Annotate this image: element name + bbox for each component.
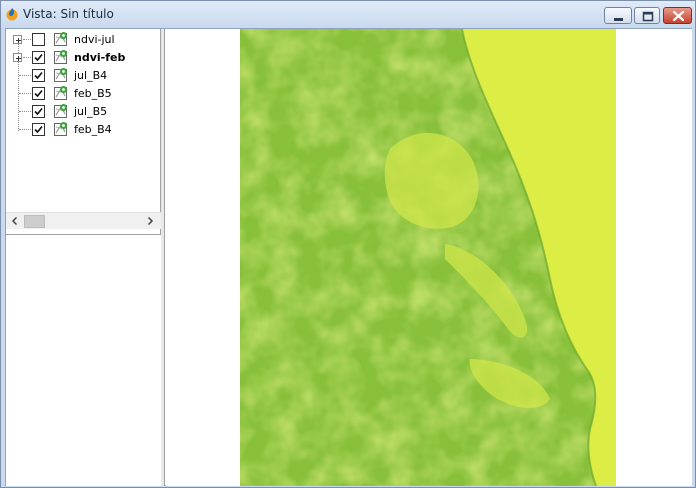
checkmark-icon: [34, 107, 43, 116]
layer-row-ndvi-jul[interactable]: ndvi-jul: [6, 30, 161, 48]
minimize-icon: [614, 18, 623, 21]
layer-row-feb-b5[interactable]: feb_B5: [6, 84, 161, 102]
title-bar[interactable]: Vista: Sin título: [1, 1, 695, 28]
tree-connector: [23, 57, 31, 58]
satellite-raster-image: [240, 29, 616, 486]
toc-horizontal-scrollbar[interactable]: [6, 212, 161, 229]
view-window: Vista: Sin título ndvi-jul ndvi-feb jul_…: [0, 0, 696, 488]
checkmark-icon: [34, 89, 43, 98]
checkmark-icon: [34, 125, 43, 134]
layer-row-feb-b4[interactable]: feb_B4: [6, 120, 161, 138]
layer-label: ndvi-jul: [74, 33, 115, 46]
layer-list: ndvi-jul ndvi-feb jul_B4 feb_B5 jul_B5 f…: [6, 29, 161, 212]
plus-icon: [16, 56, 21, 61]
layer-label: ndvi-feb: [74, 51, 126, 64]
scroll-thumb[interactable]: [24, 215, 45, 228]
expand-toggle[interactable]: [13, 35, 22, 44]
tree-connector: [23, 39, 31, 40]
raster-layer-icon: [54, 86, 67, 100]
layer-label: feb_B5: [74, 87, 112, 100]
layer-visibility-checkbox[interactable]: [32, 87, 45, 100]
layer-row-ndvi-feb[interactable]: ndvi-feb: [6, 48, 161, 66]
map-canvas[interactable]: [166, 29, 692, 486]
layer-label: jul_B5: [74, 105, 108, 118]
layer-visibility-checkbox[interactable]: [32, 105, 45, 118]
pane-splitter[interactable]: [161, 29, 165, 486]
raster-layer-icon: [54, 122, 67, 136]
restore-icon: [642, 11, 654, 22]
expand-toggle[interactable]: [13, 53, 22, 62]
layer-visibility-checkbox[interactable]: [32, 33, 45, 46]
checkmark-icon: [34, 71, 43, 80]
raster-layer-icon: [54, 104, 67, 118]
scroll-left-icon[interactable]: [10, 216, 20, 226]
scroll-right-icon[interactable]: [145, 216, 155, 226]
locator-map[interactable]: [6, 236, 161, 486]
layer-visibility-checkbox[interactable]: [32, 51, 45, 64]
tree-connector: [19, 93, 31, 94]
tree-connector: [19, 111, 31, 112]
layer-row-jul-b4[interactable]: jul_B4: [6, 66, 161, 84]
tree-connector: [19, 75, 31, 76]
layer-label: jul_B4: [74, 69, 108, 82]
raster-layer-icon: [54, 50, 67, 64]
minimize-button[interactable]: [604, 7, 632, 24]
plus-icon: [16, 38, 21, 43]
close-button[interactable]: [663, 7, 692, 24]
gvsig-app-icon: [6, 8, 18, 21]
view-client-area: ndvi-jul ndvi-feb jul_B4 feb_B5 jul_B5 f…: [5, 28, 692, 486]
window-title: Vista: Sin título: [23, 7, 114, 21]
close-icon: [672, 10, 685, 22]
checkmark-icon: [34, 53, 43, 62]
tree-connector: [19, 129, 31, 130]
layer-visibility-checkbox[interactable]: [32, 69, 45, 82]
layer-row-jul-b5[interactable]: jul_B5: [6, 102, 161, 120]
restore-button[interactable]: [634, 7, 660, 24]
table-of-contents: ndvi-jul ndvi-feb jul_B4 feb_B5 jul_B5 f…: [6, 29, 161, 486]
raster-layer-icon: [54, 32, 67, 46]
layer-visibility-checkbox[interactable]: [32, 123, 45, 136]
raster-layer-icon: [54, 68, 67, 82]
layer-label: feb_B4: [74, 123, 112, 136]
